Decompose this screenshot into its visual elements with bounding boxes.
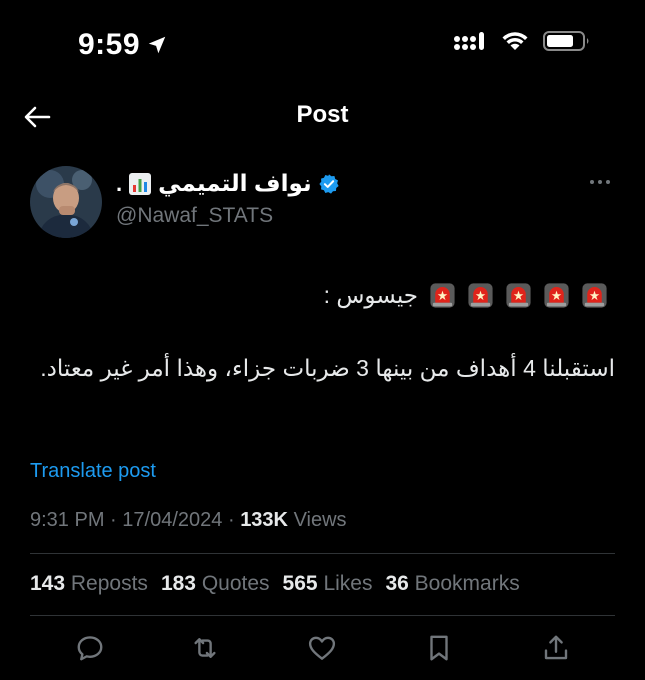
meta-separator-2: · <box>227 509 235 531</box>
more-options-button[interactable] <box>590 180 610 184</box>
post-time[interactable]: 9:31 PM <box>30 509 104 531</box>
author-name-row[interactable]: . نواف التميمي <box>116 170 340 197</box>
bookmark-button[interactable] <box>423 632 455 664</box>
quotes-stat[interactable]: 183 Quotes <box>161 572 270 596</box>
divider <box>30 615 615 616</box>
page-title: Post <box>296 101 349 128</box>
likes-count: 565 <box>282 572 318 595</box>
status-bar: 9:59 <box>0 0 645 88</box>
post-line-1-text: جيسوس : <box>323 282 418 308</box>
translate-post-link[interactable]: Translate post <box>30 460 156 483</box>
post-meta: 9:31 PM · 17/04/2024 · 133K Views <box>30 509 347 532</box>
more-horizontal-icon-dot <box>598 180 602 184</box>
likes-label: Likes <box>323 572 373 595</box>
likes-stat[interactable]: 565 Likes <box>283 572 373 596</box>
post-date[interactable]: 17/04/2024 <box>122 509 222 531</box>
bookmark-icon <box>430 635 448 661</box>
repost-button[interactable] <box>189 632 221 664</box>
avatar[interactable] <box>30 166 102 238</box>
engagement-stats: 143 Reposts 183 Quotes 565 Likes 36 Book… <box>30 572 520 596</box>
quotes-label: Quotes <box>201 572 270 595</box>
more-horizontal-icon-dot <box>590 180 594 184</box>
status-time-group: 9:59 <box>78 28 168 62</box>
reposts-stat[interactable]: 143 Reposts <box>30 572 148 596</box>
author-handle[interactable]: @Nawaf_STATS <box>116 204 273 228</box>
police-siren-emoji <box>544 283 569 308</box>
name-suffix: . <box>116 170 123 196</box>
cellular-signal-icon <box>454 32 484 50</box>
quotes-count: 183 <box>160 572 196 595</box>
post-line-1: جيسوس : <box>324 281 609 310</box>
police-siren-emoji <box>430 283 455 308</box>
views-label: Views <box>293 509 347 531</box>
share-button[interactable] <box>540 632 572 664</box>
share-icon <box>544 635 568 660</box>
police-siren-emoji <box>468 283 493 308</box>
views-count[interactable]: 133K <box>240 509 288 531</box>
wifi-icon <box>502 32 528 50</box>
top-nav: Post <box>0 88 645 146</box>
status-time: 9:59 <box>78 28 141 61</box>
bookmarks-stat[interactable]: 36 Bookmarks <box>385 572 519 596</box>
bookmarks-count: 36 <box>385 572 409 595</box>
siren-emoji-group <box>428 281 609 310</box>
repost-icon <box>194 638 216 658</box>
action-bar <box>0 632 645 672</box>
reply-button[interactable] <box>74 632 106 664</box>
police-siren-emoji <box>506 283 531 308</box>
reply-icon <box>77 636 103 661</box>
more-horizontal-icon-dot <box>606 180 610 184</box>
bar-chart-emoji <box>129 172 152 195</box>
location-arrow-icon <box>148 36 166 54</box>
bookmarks-label: Bookmarks <box>414 572 520 595</box>
divider <box>30 553 615 554</box>
meta-separator: · <box>110 509 117 531</box>
like-button[interactable] <box>306 632 338 664</box>
author-name: نواف التميمي <box>158 170 312 196</box>
reposts-count: 143 <box>30 572 66 595</box>
status-icons <box>453 30 591 52</box>
avatar-image <box>30 166 102 238</box>
police-siren-emoji <box>582 283 607 308</box>
reposts-label: Reposts <box>70 572 148 595</box>
post-body: استقبلنا 4 أهداف من بينها 3 ضربات جزاء، … <box>40 355 615 381</box>
like-icon <box>308 636 336 660</box>
battery-icon <box>543 31 589 51</box>
verified-badge-icon <box>318 173 339 194</box>
